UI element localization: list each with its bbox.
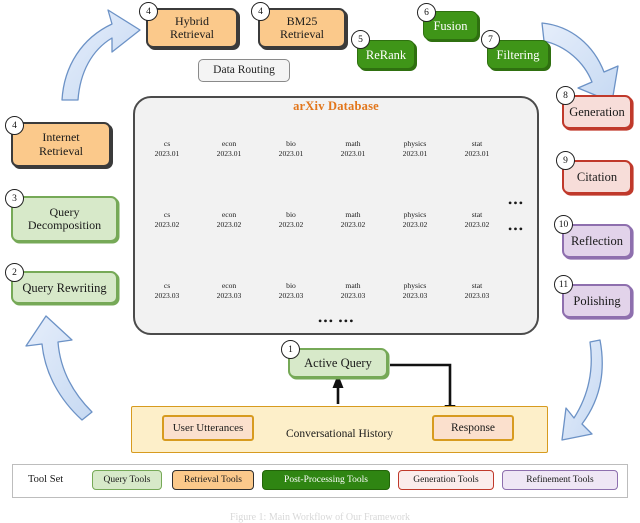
- flow-arrow-top-right: [541, 22, 619, 103]
- node-label: Response: [450, 421, 496, 434]
- node-label: Generation: [569, 105, 625, 119]
- db-cylinder-label: bio 2023.03: [278, 281, 304, 301]
- db-cylinder-label: cs 2023.02: [154, 210, 180, 230]
- flow-arrow-top-left: [61, 9, 141, 101]
- step-badge-query-rewriting: 2: [5, 263, 24, 282]
- toolset-chip[interactable]: Refinement Tools: [502, 470, 618, 490]
- node-label: BM25 Retrieval: [280, 13, 324, 41]
- node-response[interactable]: Response: [432, 415, 514, 441]
- db-cylinder-label: math 2023.01: [340, 139, 366, 159]
- step-badge-citation: 9: [556, 151, 575, 170]
- node-label: User Utterances: [172, 421, 244, 434]
- node-data-routing[interactable]: Data Routing: [198, 59, 290, 82]
- toolset-chip-label: Generation Tools: [413, 475, 479, 485]
- ellipsis: •••: [508, 196, 525, 210]
- node-user-utterances[interactable]: User Utterances: [162, 415, 254, 441]
- step-badge-filtering: 7: [481, 30, 500, 49]
- db-cylinder-label: bio 2023.02: [278, 210, 304, 230]
- node-label: Hybrid Retrieval: [170, 13, 214, 41]
- node-internet-retrieval[interactable]: Internet Retrieval: [11, 122, 111, 167]
- node-query-decomposition[interactable]: Query Decomposition: [11, 196, 118, 242]
- step-badge-fusion: 6: [417, 3, 436, 22]
- db-cylinder-label: stat 2023.03: [464, 281, 490, 301]
- toolset-chip[interactable]: Generation Tools: [398, 470, 494, 490]
- node-label: Internet Retrieval: [39, 130, 83, 158]
- db-cylinder-label: econ 2023.02: [216, 210, 242, 230]
- step-badge-reflection: 10: [554, 215, 573, 234]
- toolset-chip-label: Retrieval Tools: [184, 475, 242, 485]
- toolset-chip-label: Query Tools: [103, 475, 151, 485]
- db-cylinder-label: econ 2023.01: [216, 139, 242, 159]
- toolset-chip-label: Refinement Tools: [526, 475, 594, 485]
- arxiv-database-title: arXiv Database: [293, 99, 379, 113]
- toolset-chip-label: Post-Processing Tools: [284, 475, 368, 485]
- ellipsis: ••• •••: [318, 314, 355, 328]
- db-cylinder-label: physics 2023.02: [402, 210, 428, 230]
- step-badge-hybrid-retrieval: 4: [139, 2, 158, 21]
- toolset-chip[interactable]: Post-Processing Tools: [262, 470, 390, 490]
- node-label: Filtering: [496, 47, 540, 62]
- step-badge-bm25-retrieval: 4: [251, 2, 270, 21]
- node-label: Fusion: [433, 18, 468, 33]
- node-polishing[interactable]: Polishing: [562, 284, 632, 318]
- db-cylinder-label: econ 2023.03: [216, 281, 242, 301]
- flow-arrow-bottom-right: [561, 339, 603, 441]
- db-cylinder-label: cs 2023.01: [154, 139, 180, 159]
- db-cylinder-label: math 2023.03: [340, 281, 366, 301]
- node-label: Query Decomposition: [27, 204, 102, 232]
- node-query-rewriting[interactable]: Query Rewriting: [11, 271, 118, 304]
- step-badge-rerank: 5: [351, 30, 370, 49]
- db-cylinder-label: bio 2023.01: [278, 139, 304, 159]
- node-label: Query Rewriting: [22, 280, 107, 295]
- step-badge-query-decomposition: 3: [5, 189, 24, 208]
- node-label: Citation: [576, 170, 618, 184]
- toolset-chip[interactable]: Retrieval Tools: [172, 470, 254, 490]
- db-cylinder-label: cs 2023.03: [154, 281, 180, 301]
- node-hybrid-retrieval[interactable]: Hybrid Retrieval: [146, 8, 238, 48]
- toolset-chip[interactable]: Query Tools: [92, 470, 162, 490]
- flow-arrow-bottom-left: [25, 315, 93, 421]
- figure-caption: Figure 1: Main Workflow of Our Framework: [229, 512, 411, 523]
- toolset-label: Tool Set: [28, 474, 64, 485]
- node-label: ReRank: [365, 47, 407, 62]
- node-active-query[interactable]: Active Query: [288, 348, 388, 378]
- db-cylinder-label: physics 2023.01: [402, 139, 428, 159]
- db-cylinder-label: stat 2023.01: [464, 139, 490, 159]
- node-label: Active Query: [304, 356, 372, 370]
- step-badge-internet-retrieval: 4: [5, 116, 24, 135]
- node-label: Polishing: [573, 294, 621, 308]
- step-badge-generation: 8: [556, 86, 575, 105]
- node-bm25-retrieval[interactable]: BM25 Retrieval: [258, 8, 346, 48]
- db-cylinder-label: stat 2023.02: [464, 210, 490, 230]
- connector-history-to-query: [332, 374, 344, 404]
- step-badge-polishing: 11: [554, 275, 573, 294]
- node-label: Reflection: [570, 234, 624, 248]
- db-cylinder-label: math 2023.02: [340, 210, 366, 230]
- node-reflection[interactable]: Reflection: [562, 224, 632, 258]
- node-label: Data Routing: [213, 64, 275, 77]
- db-cylinder-label: physics 2023.03: [402, 281, 428, 301]
- step-badge-active-query: 1: [281, 340, 300, 359]
- ellipsis: •••: [508, 222, 525, 236]
